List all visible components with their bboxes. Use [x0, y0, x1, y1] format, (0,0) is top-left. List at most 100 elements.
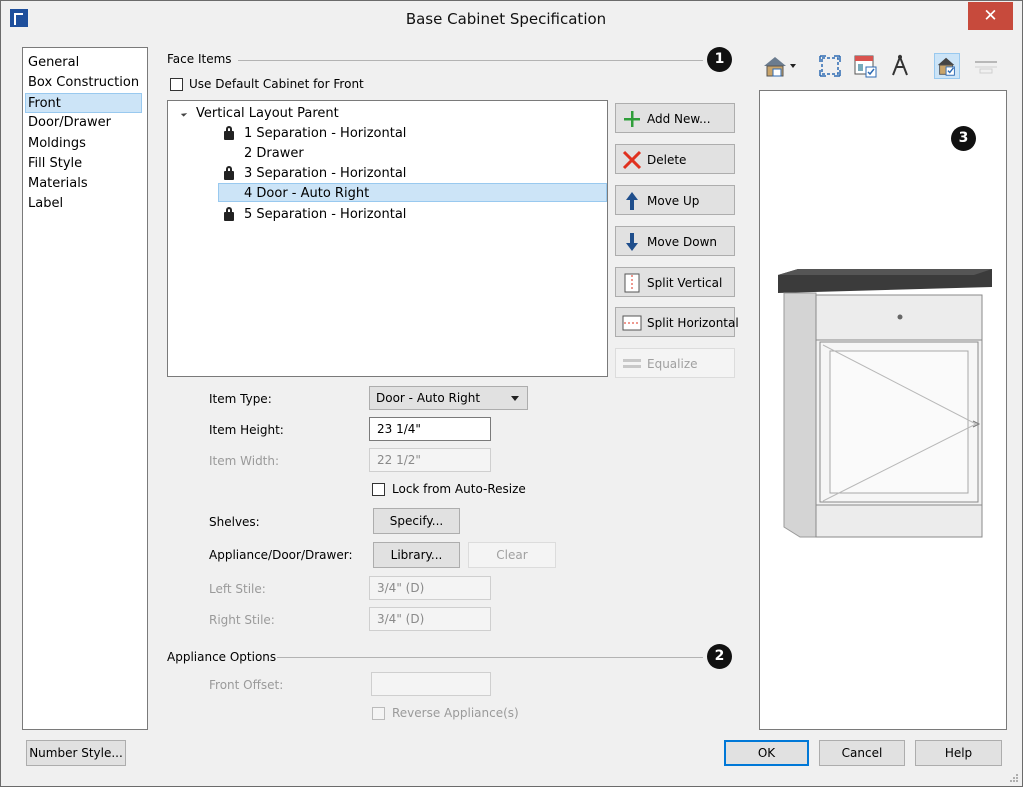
shelves-label: Shelves: — [209, 515, 260, 529]
callout-badge-2: 2 — [707, 644, 732, 669]
tree-item-label: 2 Drawer — [244, 146, 304, 161]
move-up-label: Move Up — [647, 194, 700, 208]
move-down-label: Move Down — [647, 235, 717, 249]
item-type-select[interactable]: Door - Auto Right — [369, 386, 528, 410]
split-vertical-icon — [624, 273, 640, 293]
ok-button[interactable]: OK — [724, 740, 809, 766]
tree-item[interactable]: 5 Separation - Horizontal — [222, 205, 472, 224]
drawer-knob — [897, 314, 903, 320]
delete-button[interactable]: Delete — [615, 144, 735, 174]
face-items-divider — [238, 60, 703, 61]
use-default-label: Use Default Cabinet for Front — [189, 77, 364, 91]
split-horizontal-button[interactable]: Split Horizontal — [615, 307, 739, 337]
category-front[interactable]: Front — [25, 93, 142, 113]
split-vertical-label: Split Vertical — [647, 276, 723, 290]
tree-item-label: 1 Separation - Horizontal — [244, 126, 407, 141]
camera-view-icon[interactable] — [761, 53, 799, 79]
appliance-options-divider — [277, 657, 703, 658]
clear-button[interactable]: Clear — [468, 542, 556, 568]
tree-item-label: 5 Separation - Horizontal — [244, 207, 407, 222]
equalize-icon — [623, 359, 641, 368]
front-offset-label: Front Offset: — [209, 678, 284, 692]
window-title: Base Cabinet Specification — [405, 10, 607, 28]
arrow-down-icon — [626, 233, 638, 251]
category-moldings[interactable]: Moldings — [28, 134, 142, 154]
split-horizontal-label: Split Horizontal — [647, 316, 739, 330]
appliance-options-group-label: Appliance Options — [167, 650, 277, 664]
category-box-construction[interactable]: Box Construction — [28, 73, 142, 93]
cabinet-side — [783, 292, 817, 538]
fill-window-icon[interactable] — [817, 53, 843, 79]
callout-badge-1: 1 — [707, 47, 732, 72]
move-down-button[interactable]: Move Down — [615, 226, 735, 256]
left-stile-label: Left Stile: — [209, 582, 266, 596]
item-height-label: Item Height: — [209, 423, 284, 437]
front-offset-field[interactable] — [371, 672, 491, 696]
lock-icon — [224, 207, 234, 221]
lock-auto-resize-label: Lock from Auto-Resize — [392, 482, 526, 496]
tree-item[interactable]: 3 Separation - Horizontal — [222, 164, 472, 183]
countertop-top-face — [778, 269, 992, 275]
library-button[interactable]: Library... — [373, 542, 460, 568]
color-toggle-icon[interactable] — [934, 53, 960, 79]
item-type-label: Item Type: — [209, 392, 272, 406]
item-width-label: Item Width: — [209, 454, 280, 468]
equalize-button[interactable]: Equalize — [615, 348, 735, 378]
render-style-icon[interactable] — [887, 53, 913, 79]
tree-item[interactable]: 2 Drawer — [222, 144, 472, 163]
use-default-checkbox[interactable] — [170, 78, 183, 91]
left-stile-field[interactable]: 3/4" (D) — [369, 576, 491, 600]
lock-icon — [224, 166, 234, 180]
category-general[interactable]: General — [28, 53, 142, 73]
plus-icon — [624, 111, 640, 127]
dialog-window: Base Cabinet Specification ✕ General Box… — [0, 0, 1023, 787]
toe-kick — [815, 504, 983, 538]
category-door-drawer[interactable]: Door/Drawer — [28, 113, 142, 133]
equalize-label: Equalize — [647, 357, 698, 371]
right-stile-field[interactable]: 3/4" (D) — [369, 607, 491, 631]
expand-arrow-icon[interactable] — [180, 110, 188, 117]
cabinet-3d-view — [778, 269, 992, 538]
appliance-door-drawer-label: Appliance/Door/Drawer: — [209, 548, 353, 562]
split-vertical-button[interactable]: Split Vertical — [615, 267, 735, 297]
reverse-appliance-checkbox[interactable] — [372, 707, 385, 720]
tree-item-label: 4 Door - Auto Right — [244, 186, 370, 201]
tree-root-label: Vertical Layout Parent — [196, 106, 339, 121]
tree-item[interactable]: 1 Separation - Horizontal — [222, 124, 472, 143]
split-horizontal-icon — [622, 315, 642, 331]
add-new-button[interactable]: Add New... — [615, 103, 735, 133]
category-label[interactable]: Label — [28, 194, 142, 214]
face-items-tree[interactable]: Vertical Layout Parent 1 Separation - Ho… — [167, 100, 608, 377]
number-style-button[interactable]: Number Style... — [26, 740, 126, 766]
delete-label: Delete — [647, 153, 687, 167]
right-stile-label: Right Stile: — [209, 613, 275, 627]
delete-x-icon — [622, 150, 642, 170]
cancel-button[interactable]: Cancel — [819, 740, 905, 766]
item-width-field[interactable]: 22 1/2" — [369, 448, 491, 472]
title-bar: Base Cabinet Specification ✕ — [1, 1, 1022, 37]
preview-options-icon[interactable] — [852, 53, 878, 79]
tree-item-label: 3 Separation - Horizontal — [244, 166, 407, 181]
dropdown-arrow-icon — [511, 396, 519, 401]
move-up-button[interactable]: Move Up — [615, 185, 735, 215]
face-items-group-label: Face Items — [167, 52, 232, 66]
help-button[interactable]: Help — [915, 740, 1002, 766]
lock-auto-resize-checkbox[interactable] — [372, 483, 385, 496]
tree-root[interactable]: Vertical Layout Parent — [174, 104, 374, 123]
lock-icon — [224, 126, 234, 140]
item-height-field[interactable]: 23 1/4" — [369, 417, 491, 441]
item-type-value: Door - Auto Right — [376, 391, 481, 405]
door-inset — [829, 350, 969, 494]
category-fill-style[interactable]: Fill Style — [28, 154, 142, 174]
reverse-appliance-label: Reverse Appliance(s) — [392, 706, 519, 720]
close-button[interactable]: ✕ — [968, 2, 1013, 30]
category-list[interactable]: General Box Construction Front Door/Draw… — [22, 47, 148, 730]
category-materials[interactable]: Materials — [28, 174, 142, 194]
tree-item-selected[interactable]: 4 Door - Auto Right — [218, 183, 607, 202]
resize-grip-icon[interactable] — [1009, 773, 1019, 783]
specify-button[interactable]: Specify... — [373, 508, 460, 534]
cabinet-preview-pane[interactable]: 3 — [759, 90, 1007, 730]
dimension-icon[interactable] — [971, 53, 1001, 79]
arrow-up-icon — [626, 192, 638, 210]
add-new-label: Add New... — [647, 112, 711, 126]
